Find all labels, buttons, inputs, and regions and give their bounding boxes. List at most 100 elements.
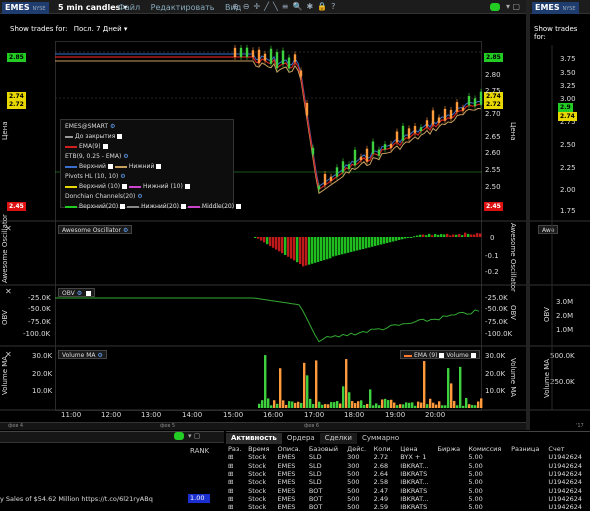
table-cell: 5.00 — [468, 461, 483, 470]
legend-close-checkbox[interactable] — [117, 134, 123, 139]
news-settings-icon[interactable] — [174, 432, 184, 440]
ao-bar — [428, 233, 431, 237]
tab-summary[interactable]: Суммарно — [357, 433, 404, 444]
col-header[interactable]: Базовый — [307, 445, 345, 453]
table-cell: Stock — [248, 461, 267, 470]
volume-bar — [465, 398, 468, 408]
table-row[interactable]: ⊞ Stock EMES BOT 500 2.59 IBKRATS 5.00 U1942624 — [226, 503, 590, 511]
price-tag-bottom-right: 2.45 — [484, 202, 503, 211]
volume-bar — [447, 368, 450, 408]
col-header[interactable]: Раз. — [226, 445, 246, 453]
expand-icon[interactable]: ⊞ — [226, 478, 246, 486]
legend-pivots-upper-checkbox[interactable] — [122, 184, 128, 189]
etb-settings-icon[interactable]: ⚙ — [123, 153, 128, 160]
legend-donch-middle-checkbox[interactable] — [236, 204, 242, 209]
table-cell: IBKRAT... — [400, 478, 429, 487]
table-cell — [509, 478, 546, 486]
volume-bar — [414, 405, 417, 408]
tab-activity[interactable]: Активность — [226, 433, 282, 444]
legend-upper-checkbox[interactable] — [107, 164, 113, 169]
legend-donchian: Donchian Channels(20) — [65, 193, 136, 200]
time-scrollbar[interactable] — [0, 422, 526, 430]
price-tag-yellow-b-right: 2.72 — [484, 100, 503, 109]
table-cell: IBKRATS — [400, 470, 428, 479]
expand-icon[interactable]: ⊞ — [226, 486, 246, 495]
footer-date-mid2: фев 6 — [304, 423, 320, 429]
news-headline[interactable]: y Sales of $54.62 Million https://t.co/6… — [0, 495, 153, 503]
main-chart-svg — [0, 44, 526, 411]
col-header[interactable]: Разница — [509, 445, 546, 453]
news-window-controls-icon[interactable]: ▾ ▢ — [188, 432, 200, 440]
ao-bar — [314, 237, 317, 263]
table-row[interactable]: ⊞ Stock EMES BOT 500 2.49 IBKRAT... 5.00 U194262… — [226, 495, 590, 503]
ao-bar — [332, 237, 335, 257]
ao-tick: 0 — [490, 234, 495, 242]
ao-bar — [308, 237, 311, 265]
legend-donch-upper-checkbox[interactable] — [120, 204, 126, 209]
legend-pivots-lower-checkbox[interactable] — [184, 184, 190, 189]
volume-bar — [282, 400, 285, 408]
chart-legend: EMES@SMART ⚙ До закрытия EMA(9) ETB(9, 0… — [60, 119, 242, 210]
ao-bar — [446, 233, 449, 237]
volume-title: Volume MA — [62, 352, 96, 359]
ao-bar — [473, 234, 476, 237]
donchian-settings-icon[interactable]: ⚙ — [137, 193, 142, 200]
expand-icon[interactable]: ⊞ — [226, 495, 246, 503]
col-header[interactable]: Время — [246, 445, 275, 453]
settings-icon[interactable]: ⚙ — [110, 123, 115, 130]
volume-tick-left: 10.0K — [32, 387, 53, 395]
volume-bar — [435, 404, 438, 408]
table-row[interactable]: ⊞ Stock EMES SLD 300 2.68 IBKRAT... 5.00 U194262… — [226, 462, 590, 470]
expand-icon[interactable]: ⊞ — [226, 470, 246, 478]
legend-close-row: До закрытия — [65, 132, 229, 142]
tab-trades[interactable]: Сделки — [319, 433, 357, 444]
legend-ema-checkbox[interactable] — [102, 144, 108, 149]
volume-tick-right: 30.0K — [485, 352, 506, 360]
ao-bar — [449, 235, 452, 237]
volume-ema-checkbox[interactable] — [439, 353, 445, 358]
col-header[interactable]: Коли. — [372, 445, 399, 453]
table-cell: EMES — [277, 453, 296, 462]
expand-icon[interactable]: ⊞ — [226, 462, 246, 470]
ao-bar — [419, 234, 422, 237]
col-header[interactable]: Дейс. — [345, 445, 372, 453]
x-tick: 18:00 — [344, 411, 365, 419]
legend-donch-lower-checkbox[interactable] — [181, 204, 186, 209]
ao-bar — [317, 237, 320, 262]
table-cell: Stock — [248, 494, 267, 503]
volume-checkbox[interactable] — [470, 353, 476, 358]
volume-bar — [462, 405, 465, 408]
table-row[interactable]: ⊞ Stock EMES BOT 500 2.47 IBKRATS 5.00 U1942624 — [226, 486, 590, 495]
volume-bar — [297, 401, 300, 408]
volume-bar — [384, 398, 387, 408]
col-header[interactable]: Счет — [546, 445, 590, 453]
ao-bar — [320, 237, 323, 261]
expand-icon[interactable]: ⊞ — [226, 453, 246, 461]
volume-bar — [423, 361, 426, 408]
trades-header-row: Раз. Время Описа. Базовый Дейс. Коли. Це… — [226, 445, 590, 453]
volume-settings-icon[interactable]: ⚙ — [97, 352, 102, 359]
table-cell: 500 — [347, 503, 360, 511]
table-row[interactable]: ⊞ Stock EMES SLD 500 2.64 IBKRATS 5.00 U1942624 — [226, 470, 590, 478]
legend-lower-checkbox[interactable] — [156, 164, 162, 169]
pivots-settings-icon[interactable]: ⚙ — [120, 173, 125, 180]
col-header[interactable]: Цена — [398, 445, 435, 453]
volume-bar — [357, 401, 360, 408]
expand-icon[interactable]: ⊞ — [226, 503, 246, 511]
obv-settings-icon[interactable]: ⚙ — [77, 290, 82, 297]
col-header[interactable]: Комиссия — [466, 445, 509, 453]
tab-orders[interactable]: Ордера — [282, 433, 320, 444]
volume-bar — [378, 405, 381, 408]
ao-settings-icon[interactable]: ⚙ — [123, 227, 128, 234]
table-row[interactable]: ⊞ Stock EMES SLD 300 2.72 BYX + 1 5.00 U1942624 — [226, 453, 590, 461]
ao-bar — [479, 233, 482, 237]
col-header[interactable]: Биржа — [436, 445, 467, 453]
rank-value[interactable]: 1.00 — [188, 494, 210, 503]
obv-title: OBV — [62, 290, 75, 297]
obv-checkbox[interactable] — [86, 291, 91, 296]
table-row[interactable]: ⊞ Stock EMES SLD 500 2.58 IBKRAT... 5.00 U194262… — [226, 478, 590, 486]
col-header[interactable]: Описа. — [275, 445, 306, 453]
legend-donch-middle: Middle(20) — [201, 203, 235, 210]
obv-close-icon[interactable]: ✕ — [5, 287, 12, 296]
candle — [437, 117, 441, 123]
